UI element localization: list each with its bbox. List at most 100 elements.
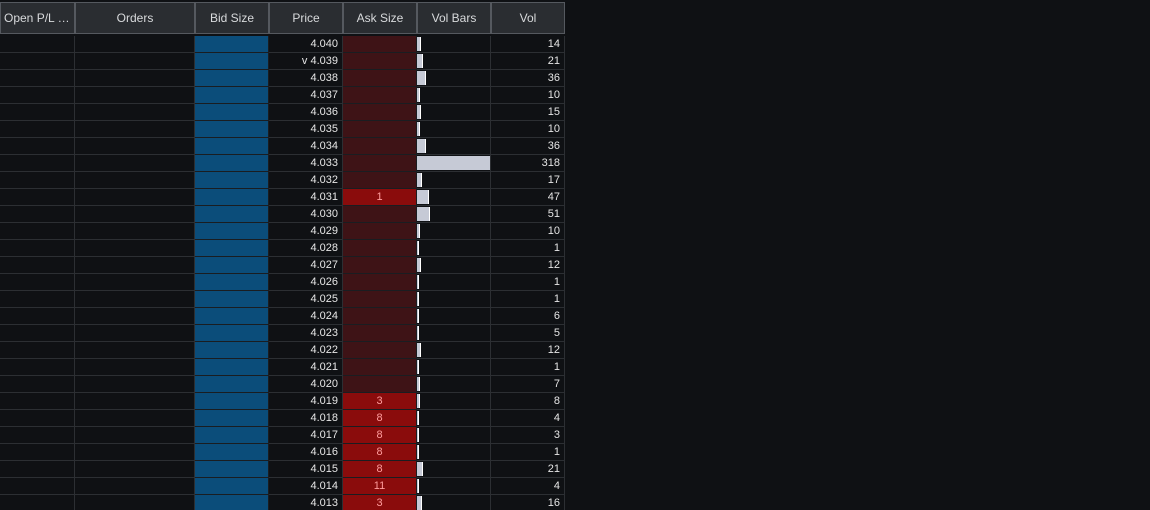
ask-size-cell[interactable] xyxy=(343,172,417,189)
bid-size-cell[interactable] xyxy=(195,206,269,223)
orders-cell[interactable] xyxy=(75,410,195,427)
bid-size-cell[interactable] xyxy=(195,172,269,189)
orders-cell[interactable] xyxy=(75,359,195,376)
bid-size-cell[interactable] xyxy=(195,393,269,410)
column-header-bid-size[interactable]: Bid Size xyxy=(195,2,269,34)
orders-cell[interactable] xyxy=(75,427,195,444)
bid-size-cell[interactable] xyxy=(195,478,269,495)
orders-cell[interactable] xyxy=(75,189,195,206)
bid-size-cell[interactable] xyxy=(195,87,269,104)
bid-size-cell[interactable] xyxy=(195,461,269,478)
ladder-row: 4.037 10 xyxy=(0,87,565,104)
ask-size-cell[interactable]: 1 xyxy=(343,189,417,206)
orders-cell[interactable] xyxy=(75,342,195,359)
orders-cell[interactable] xyxy=(75,274,195,291)
ask-size-cell[interactable] xyxy=(343,376,417,393)
ask-size-cell[interactable]: 8 xyxy=(343,444,417,461)
ask-size-cell[interactable]: 3 xyxy=(343,495,417,510)
column-header-orders[interactable]: Orders xyxy=(75,2,195,34)
vol-bar xyxy=(417,105,421,119)
bid-size-cell[interactable] xyxy=(195,70,269,87)
ask-size-cell[interactable]: 8 xyxy=(343,427,417,444)
bid-size-cell[interactable] xyxy=(195,376,269,393)
orders-cell[interactable] xyxy=(75,325,195,342)
bid-size-cell[interactable] xyxy=(195,36,269,53)
price-cell: v 4.039 xyxy=(269,53,343,70)
bid-size-cell[interactable] xyxy=(195,359,269,376)
orders-cell[interactable] xyxy=(75,121,195,138)
orders-cell[interactable] xyxy=(75,104,195,121)
open-pl-cell xyxy=(0,342,75,359)
ask-size-cell[interactable] xyxy=(343,53,417,70)
ask-size-cell[interactable] xyxy=(343,87,417,104)
bid-size-cell[interactable] xyxy=(195,121,269,138)
vol-bar-cell xyxy=(417,87,491,104)
column-header-vol-bars[interactable]: Vol Bars xyxy=(417,2,491,34)
volume-cell: 21 xyxy=(491,53,565,70)
orders-cell[interactable] xyxy=(75,223,195,240)
ask-size-cell[interactable] xyxy=(343,36,417,53)
bid-size-cell[interactable] xyxy=(195,342,269,359)
ask-size-cell[interactable] xyxy=(343,257,417,274)
ask-size-cell[interactable] xyxy=(343,291,417,308)
orders-cell[interactable] xyxy=(75,138,195,155)
orders-cell[interactable] xyxy=(75,478,195,495)
ask-size-cell[interactable] xyxy=(343,240,417,257)
column-header-open-pl[interactable]: Open P/L (U... xyxy=(0,2,75,34)
bid-size-cell[interactable] xyxy=(195,410,269,427)
bid-size-cell[interactable] xyxy=(195,104,269,121)
orders-cell[interactable] xyxy=(75,172,195,189)
ask-size-cell[interactable] xyxy=(343,359,417,376)
bid-size-cell[interactable] xyxy=(195,308,269,325)
orders-cell[interactable] xyxy=(75,393,195,410)
column-header-vol[interactable]: Vol xyxy=(491,2,565,34)
ask-size-cell[interactable] xyxy=(343,138,417,155)
vol-bar xyxy=(417,190,429,204)
orders-cell[interactable] xyxy=(75,70,195,87)
ask-size-cell[interactable] xyxy=(343,70,417,87)
ask-size-cell[interactable] xyxy=(343,325,417,342)
bid-size-cell[interactable] xyxy=(195,189,269,206)
orders-cell[interactable] xyxy=(75,444,195,461)
ask-size-cell[interactable] xyxy=(343,223,417,240)
bid-size-cell[interactable] xyxy=(195,291,269,308)
bid-size-cell[interactable] xyxy=(195,240,269,257)
orders-cell[interactable] xyxy=(75,87,195,104)
bid-size-cell[interactable] xyxy=(195,138,269,155)
orders-cell[interactable] xyxy=(75,206,195,223)
orders-cell[interactable] xyxy=(75,257,195,274)
bid-size-cell[interactable] xyxy=(195,495,269,510)
orders-cell[interactable] xyxy=(75,291,195,308)
orders-cell[interactable] xyxy=(75,495,195,510)
bid-size-cell[interactable] xyxy=(195,223,269,240)
bid-size-cell[interactable] xyxy=(195,155,269,172)
ask-size-cell[interactable]: 8 xyxy=(343,461,417,478)
orders-cell[interactable] xyxy=(75,155,195,172)
column-header-ask-size[interactable]: Ask Size xyxy=(343,2,417,34)
orders-cell[interactable] xyxy=(75,53,195,70)
bid-size-cell[interactable] xyxy=(195,257,269,274)
orders-cell[interactable] xyxy=(75,308,195,325)
ask-size-cell[interactable] xyxy=(343,308,417,325)
bid-size-cell[interactable] xyxy=(195,274,269,291)
bid-size-cell[interactable] xyxy=(195,325,269,342)
orders-cell[interactable] xyxy=(75,240,195,257)
ask-size-cell[interactable]: 8 xyxy=(343,410,417,427)
orders-cell[interactable] xyxy=(75,36,195,53)
vol-bar xyxy=(417,326,419,340)
volume-cell: 3 xyxy=(491,427,565,444)
column-header-price[interactable]: Price xyxy=(269,2,343,34)
orders-cell[interactable] xyxy=(75,461,195,478)
bid-size-cell[interactable] xyxy=(195,427,269,444)
orders-cell[interactable] xyxy=(75,376,195,393)
ask-size-cell[interactable] xyxy=(343,342,417,359)
ask-size-cell[interactable]: 11 xyxy=(343,478,417,495)
bid-size-cell[interactable] xyxy=(195,444,269,461)
ask-size-cell[interactable] xyxy=(343,206,417,223)
ask-size-cell[interactable] xyxy=(343,155,417,172)
bid-size-cell[interactable] xyxy=(195,53,269,70)
ask-size-cell[interactable] xyxy=(343,104,417,121)
ask-size-cell[interactable] xyxy=(343,121,417,138)
ask-size-cell[interactable] xyxy=(343,274,417,291)
ask-size-cell[interactable]: 3 xyxy=(343,393,417,410)
